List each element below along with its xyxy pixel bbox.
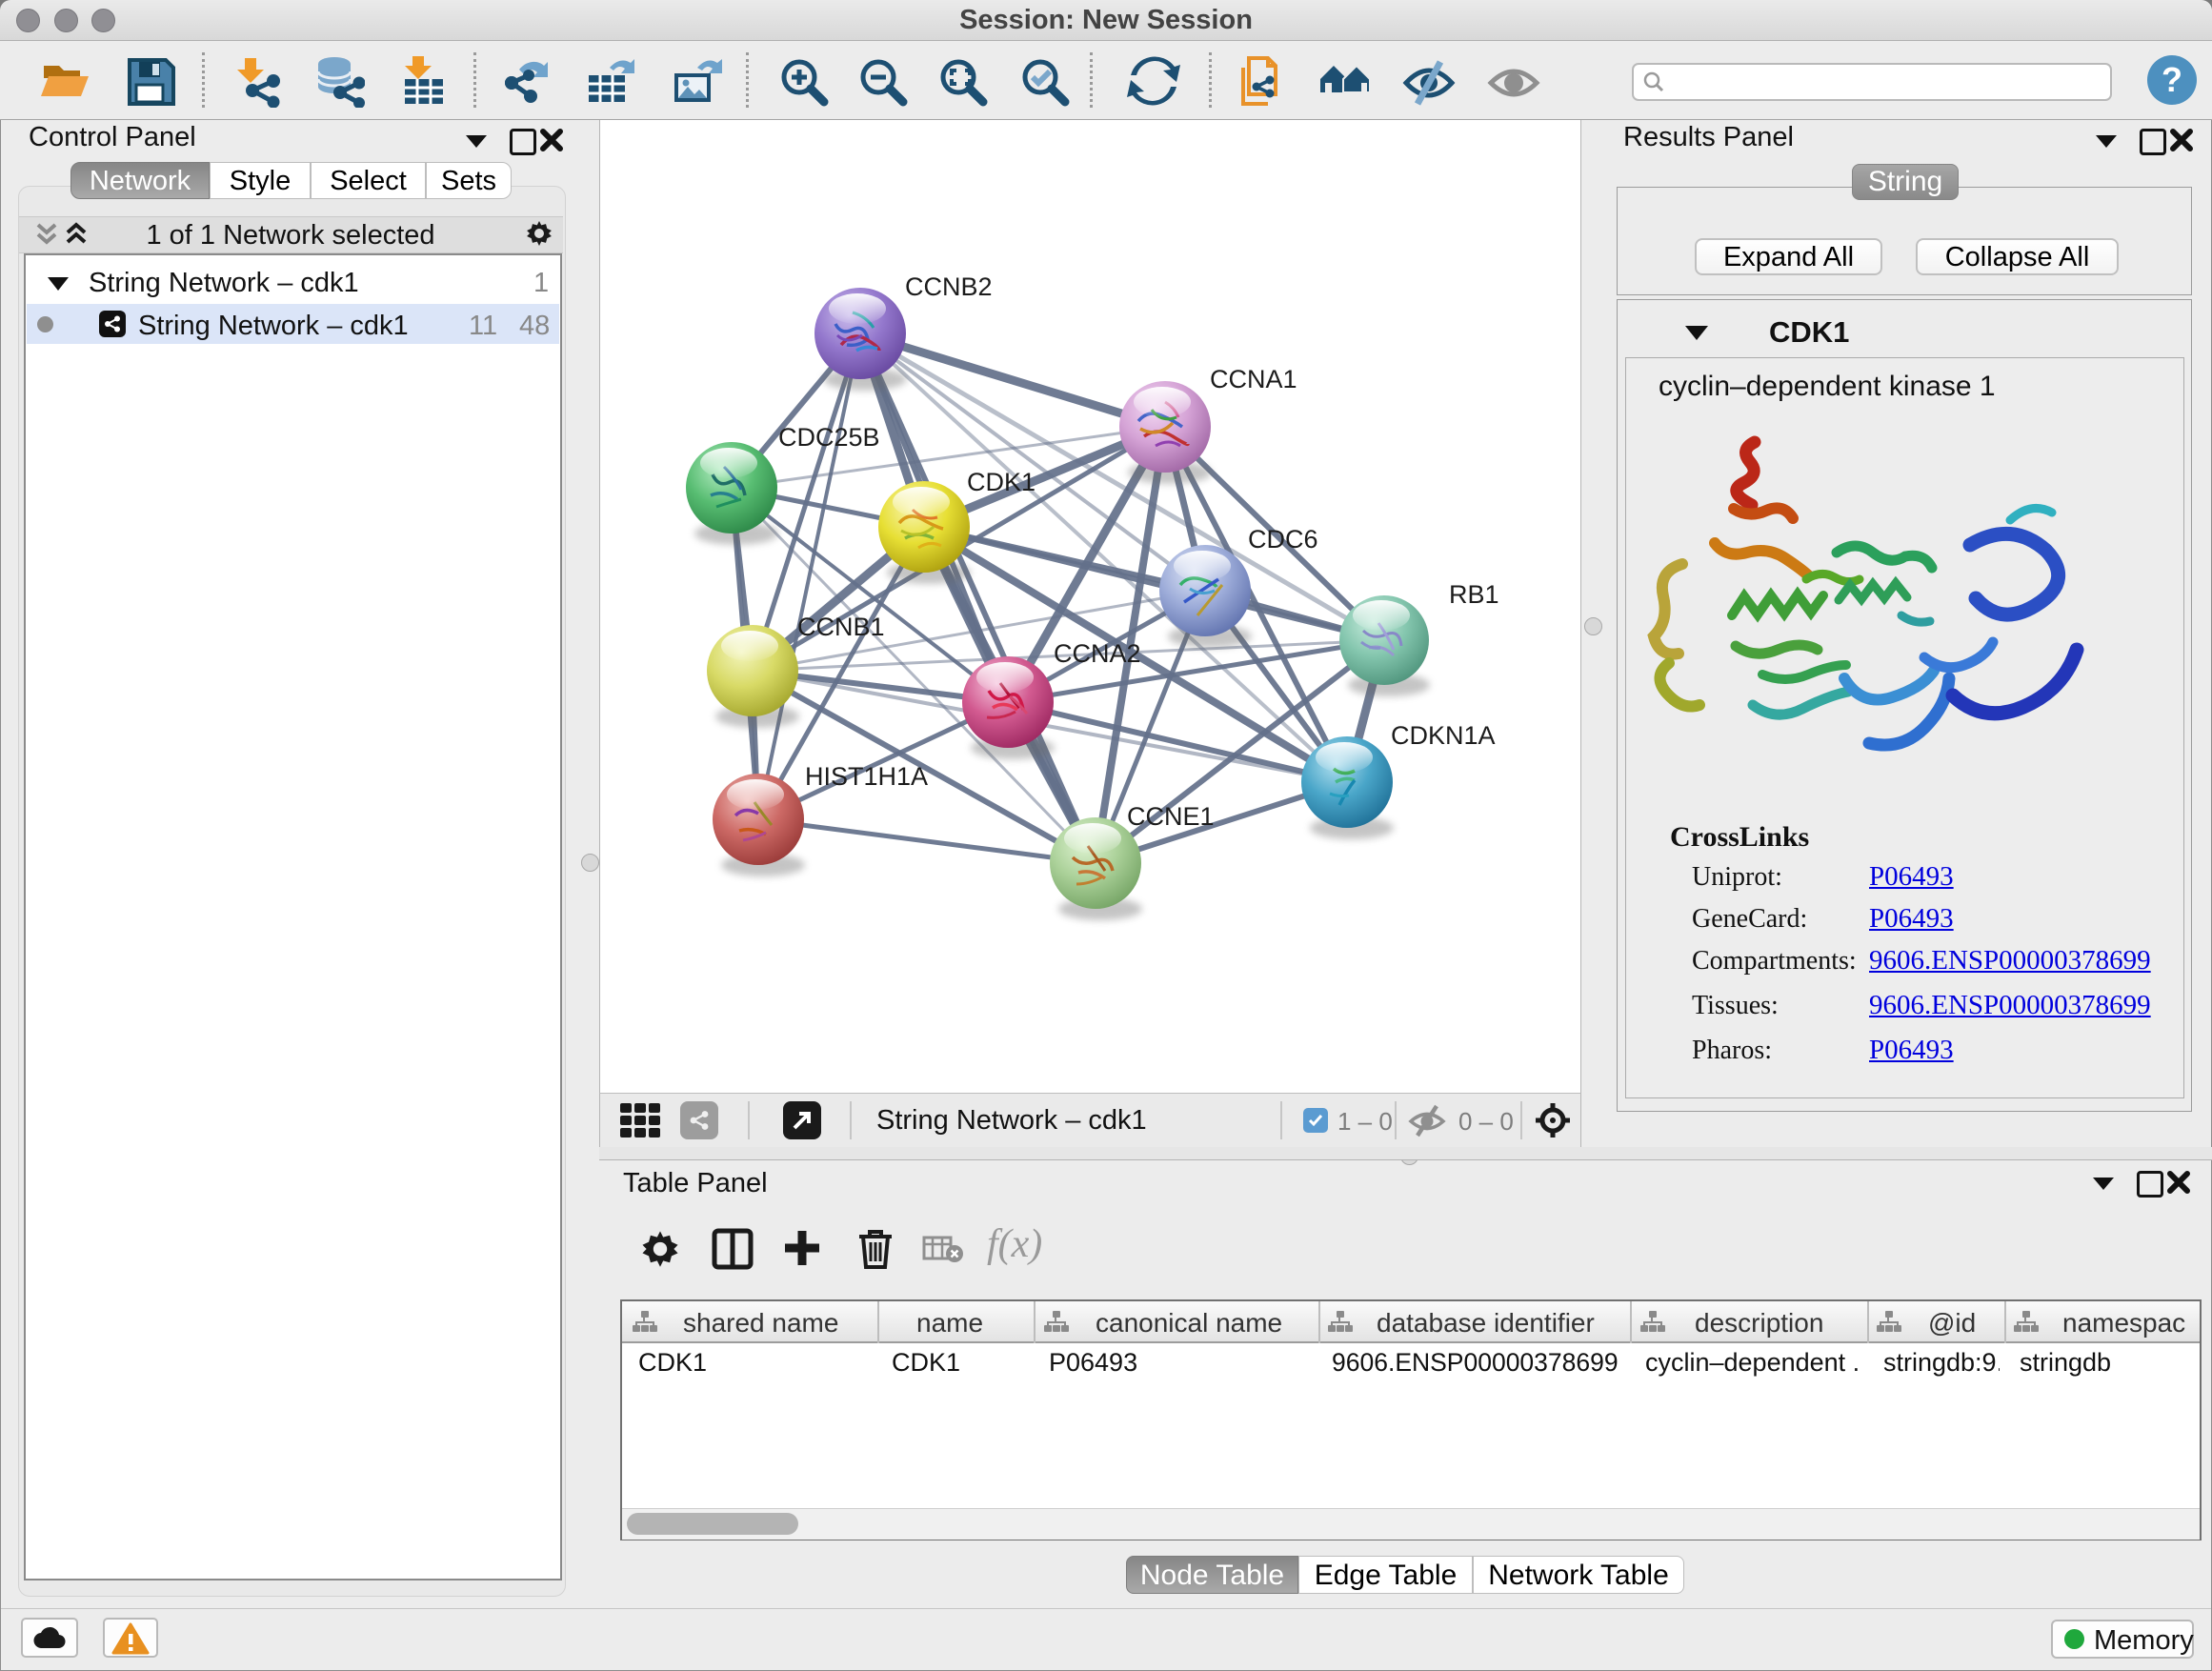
svg-text:CCNB2: CCNB2 xyxy=(905,272,993,301)
svg-text:CCNE1: CCNE1 xyxy=(1127,802,1215,831)
svg-text:CDK1: CDK1 xyxy=(967,468,1036,496)
svg-text:RB1: RB1 xyxy=(1449,580,1499,609)
svg-text:?: ? xyxy=(2162,60,2182,99)
svg-text:CDC25B: CDC25B xyxy=(778,423,880,452)
svg-text:CDKN1A: CDKN1A xyxy=(1391,721,1496,750)
svg-text:CCNA2: CCNA2 xyxy=(1054,639,1141,668)
svg-text:CCNB1: CCNB1 xyxy=(797,613,885,641)
svg-text:CCNA1: CCNA1 xyxy=(1210,365,1297,393)
svg-text:CDC6: CDC6 xyxy=(1248,525,1318,554)
svg-text:HIST1H1A: HIST1H1A xyxy=(805,762,928,791)
